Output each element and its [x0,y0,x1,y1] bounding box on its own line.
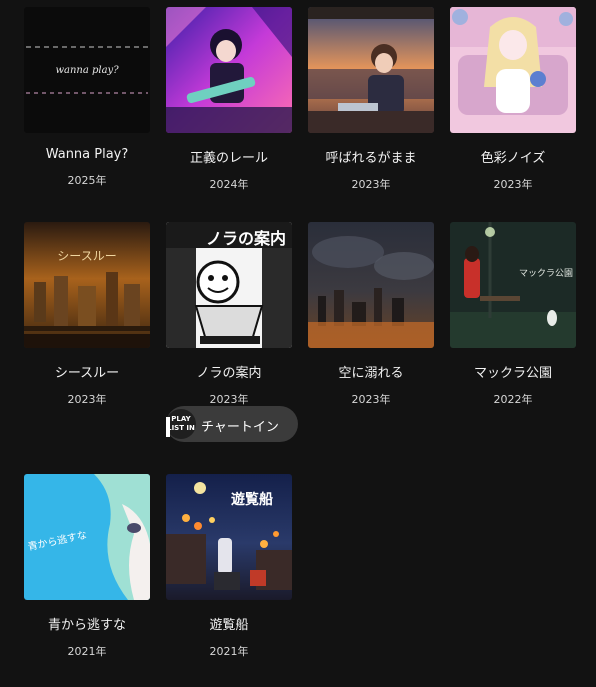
album-title: 呼ばれるがまま [325,151,417,166]
playlist-in-logo-line2: LIST IN [167,424,195,432]
album-year: 2023年 [351,393,391,406]
cover-lettering: 遊覧船 [231,491,273,508]
album-cover[interactable]: wanna play? [24,7,150,133]
cover-lettering: wanna play? [55,65,119,76]
album-title: 正義のレール [189,151,268,166]
album-card-seigi-no-rail[interactable]: 正義のレール 2024年 [166,7,292,192]
album-card-sora-ni-oboreru[interactable]: 空に溺れる 2023年 [308,222,434,407]
album-cover[interactable]: マックラ公園 [450,222,576,348]
album-card-makkura-koen[interactable]: マックラ公園 マックラ公園 2022年 [450,222,576,407]
album-cover[interactable] [308,222,434,348]
album-cover[interactable]: シースルー [24,222,150,348]
album-title: 青から逃すな [47,618,126,633]
album-year: 2025年 [67,174,107,187]
album-cover[interactable] [166,7,292,133]
album-card-nora-no-annai[interactable]: ノラの案内 ノラの案内 2023年 [166,222,292,407]
album-year: 2023年 [351,178,391,191]
album-year: 2022年 [493,393,533,406]
cover-lettering: シースルー [57,249,116,263]
album-card-ao-kara-nogasuna[interactable]: 青から逃すな 青から逃すな 2021年 [24,474,150,659]
album-cover[interactable] [308,7,434,133]
album-year: 2021年 [67,645,107,658]
album-card-see-through[interactable]: シースルー シースルー 2023年 [24,222,150,407]
cover-lettering: ノラの案内 [206,229,286,248]
album-year: 2021年 [209,645,249,658]
album-year: 2023年 [209,393,249,406]
chart-in-badge[interactable]: PLAY LIST IN チャートイン [166,406,298,442]
album-title: マックラ公園 [473,366,552,381]
album-card-wanna-play[interactable]: wanna play? Wanna Play? 2025年 [24,7,150,188]
playlist-in-logo-icon: PLAY LIST IN [166,409,196,439]
album-cover[interactable] [450,7,576,133]
album-card-yuransen[interactable]: 遊覧船 遊覧船 2021年 [166,474,292,659]
album-year: 2024年 [209,178,249,191]
cover-lettering: マックラ公園 [519,268,573,279]
album-title: 空に溺れる [338,366,404,381]
album-title: 色彩ノイズ [480,151,546,166]
album-title: 遊覧船 [209,618,249,633]
album-title: ノラの案内 [196,366,262,381]
album-year: 2023年 [493,178,533,191]
album-cover[interactable]: 遊覧船 [166,474,292,600]
album-year: 2023年 [67,393,107,406]
album-cover[interactable]: 青から逃すな [24,474,150,600]
chart-in-label: チャートイン [201,420,279,435]
album-cover[interactable]: ノラの案内 [166,222,292,348]
album-title: Wanna Play? [45,147,129,162]
playlist-in-logo-line1: PLAY [171,415,191,423]
album-card-yobareru-ga-mama[interactable]: 呼ばれるがまま 2023年 [308,7,434,192]
album-title: シースルー [54,366,120,381]
album-card-shikisai-noise[interactable]: 色彩ノイズ 2023年 [450,7,576,192]
